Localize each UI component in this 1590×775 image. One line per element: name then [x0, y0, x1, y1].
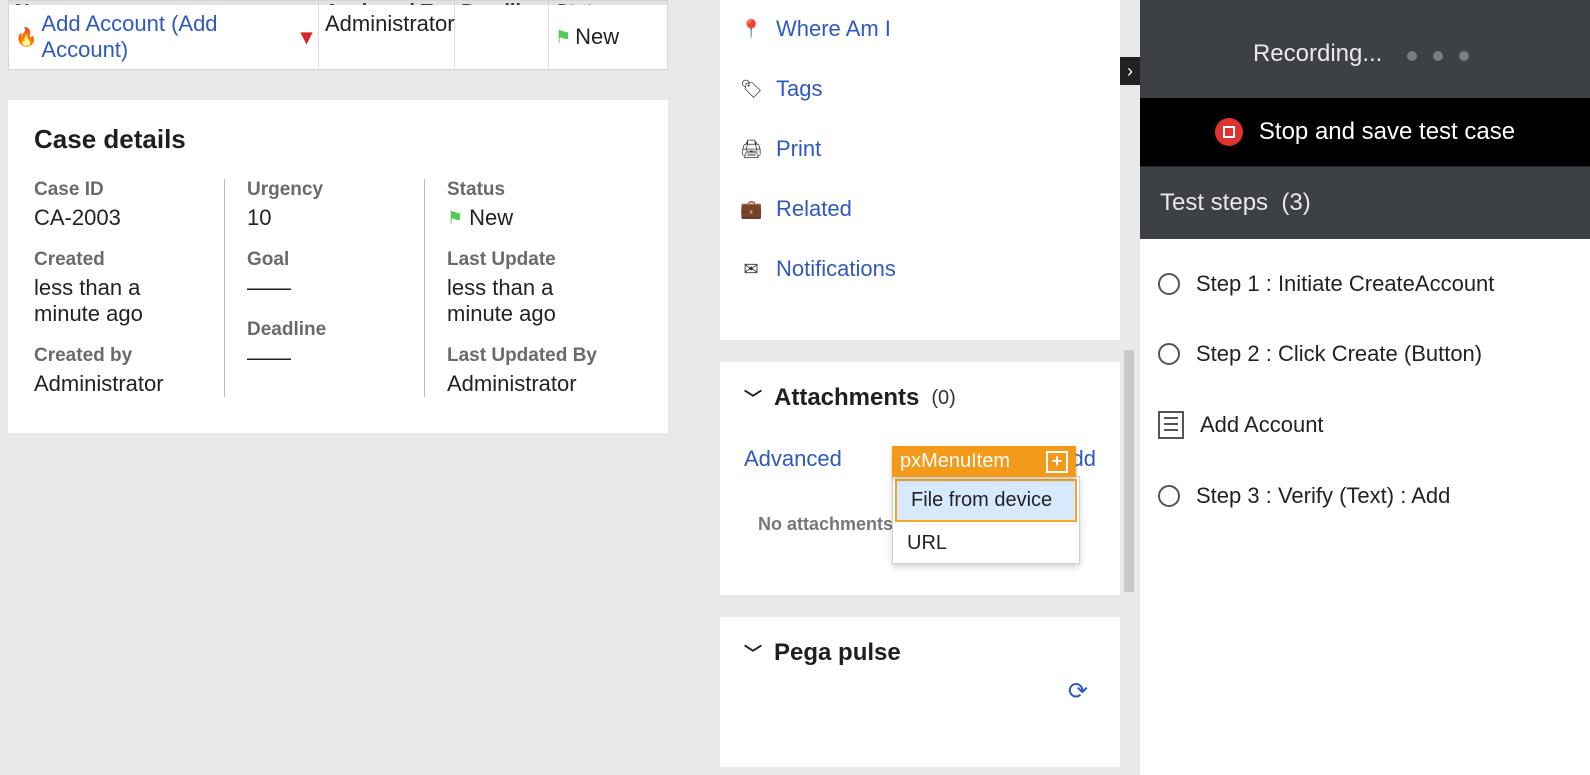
label-lastupdatedby: Last Updated By — [447, 345, 612, 367]
scrollbar[interactable] — [1124, 350, 1134, 592]
form-icon — [1158, 411, 1184, 439]
plus-icon: + — [1046, 451, 1068, 473]
assignment-link[interactable]: Add Account (Add Account) — [41, 11, 297, 63]
case-details-title: Case details — [34, 124, 642, 155]
nav-print[interactable]: 🖨Print — [740, 120, 1100, 180]
attachments-advanced-link[interactable]: Advanced — [744, 446, 842, 472]
pega-pulse-title: Pega pulse — [774, 639, 901, 667]
test-step[interactable]: Step 3 : Verify (Text) : Add — [1140, 461, 1590, 531]
nav-related[interactable]: 💼Related — [740, 180, 1100, 240]
value-status: ⚑ New — [447, 205, 612, 231]
assigned-cell: Administrator — [319, 5, 455, 69]
label-caseid: Case ID — [34, 179, 202, 201]
test-step[interactable]: Step 1 : Initiate CreateAccount — [1140, 249, 1590, 319]
utility-nav: 📍Where Am I 🏷Tags 🖨Print 💼Related ✉Notif… — [720, 0, 1120, 340]
label-urgency: Urgency — [247, 179, 402, 201]
nav-tags[interactable]: 🏷Tags — [740, 60, 1100, 120]
label-createdby: Created by — [34, 345, 202, 367]
value-deadline: —— — [247, 345, 402, 371]
label-status: Status — [447, 179, 612, 201]
flag-icon: ⚑ — [555, 27, 571, 48]
tag-icon: 🏷 — [740, 79, 762, 100]
assignments-table: Name Assigned To Deadline Status 🔥 Add A… — [8, 0, 668, 70]
print-icon: 🖨 — [740, 139, 762, 160]
status-cell: New — [575, 24, 619, 50]
flame-icon: 🔥 — [15, 27, 37, 48]
menu-url[interactable]: URL — [893, 524, 1079, 563]
loading-dots-icon — [1399, 40, 1477, 68]
stop-icon — [1215, 118, 1243, 146]
test-steps-list: Step 1 : Initiate CreateAccount Step 2 :… — [1140, 239, 1590, 775]
stop-save-button[interactable]: Stop and save test case — [1140, 98, 1590, 166]
label-lastupdate: Last Update — [447, 249, 612, 271]
value-lastupdate: less than a minute ago — [447, 275, 612, 327]
label-goal: Goal — [247, 249, 402, 271]
menu-file-from-device[interactable]: File from device — [895, 479, 1077, 522]
menu-tooltip: pxMenuItem + — [892, 446, 1076, 477]
priority-flag-icon: ▾ — [301, 24, 312, 50]
add-attachment-menu: File from device URL — [892, 476, 1080, 564]
pega-pulse-section: ﹀ Pega pulse ⟳ — [720, 617, 1120, 767]
briefcase-icon: 💼 — [740, 199, 762, 220]
table-row[interactable]: 🔥 Add Account (Add Account) ▾ Administra… — [9, 5, 667, 69]
chevron-down-icon[interactable]: ﹀ — [744, 640, 762, 666]
mail-icon: ✉ — [740, 259, 762, 280]
label-created: Created — [34, 249, 202, 271]
test-step[interactable]: Add Account — [1140, 389, 1590, 461]
recording-status: Recording... — [1140, 0, 1590, 98]
attachments-section: ﹀ Attachments (0) Advanced Add No attach… — [720, 362, 1120, 595]
value-urgency: 10 — [247, 205, 402, 231]
value-lastupdatedby: Administrator — [447, 371, 612, 397]
attachments-count: (0) — [931, 387, 955, 410]
nav-notifications[interactable]: ✉Notifications — [740, 240, 1100, 300]
panel-toggle[interactable]: › — [1120, 57, 1140, 85]
attachments-title: Attachments — [774, 384, 919, 412]
test-steps-header: Test steps (3) — [1140, 166, 1590, 239]
test-recorder-panel: › Recording... Stop and save test case T… — [1140, 0, 1590, 775]
refresh-icon[interactable]: ⟳ — [1068, 677, 1088, 706]
flag-icon: ⚑ — [447, 208, 463, 229]
deadline-cell — [455, 5, 549, 69]
value-created: less than a minute ago — [34, 275, 202, 327]
test-step[interactable]: Step 2 : Click Create (Button) — [1140, 319, 1590, 389]
case-details-card: Case details Case ID CA-2003 Created les… — [8, 100, 668, 433]
radio-icon — [1158, 273, 1180, 295]
nav-where[interactable]: 📍Where Am I — [740, 0, 1100, 60]
value-createdby: Administrator — [34, 371, 202, 397]
value-caseid: CA-2003 — [34, 205, 202, 231]
radio-icon — [1158, 343, 1180, 365]
chevron-down-icon[interactable]: ﹀ — [744, 385, 762, 411]
pin-icon: 📍 — [740, 19, 762, 40]
value-goal: —— — [247, 275, 402, 301]
radio-icon — [1158, 485, 1180, 507]
label-deadline: Deadline — [247, 319, 402, 341]
